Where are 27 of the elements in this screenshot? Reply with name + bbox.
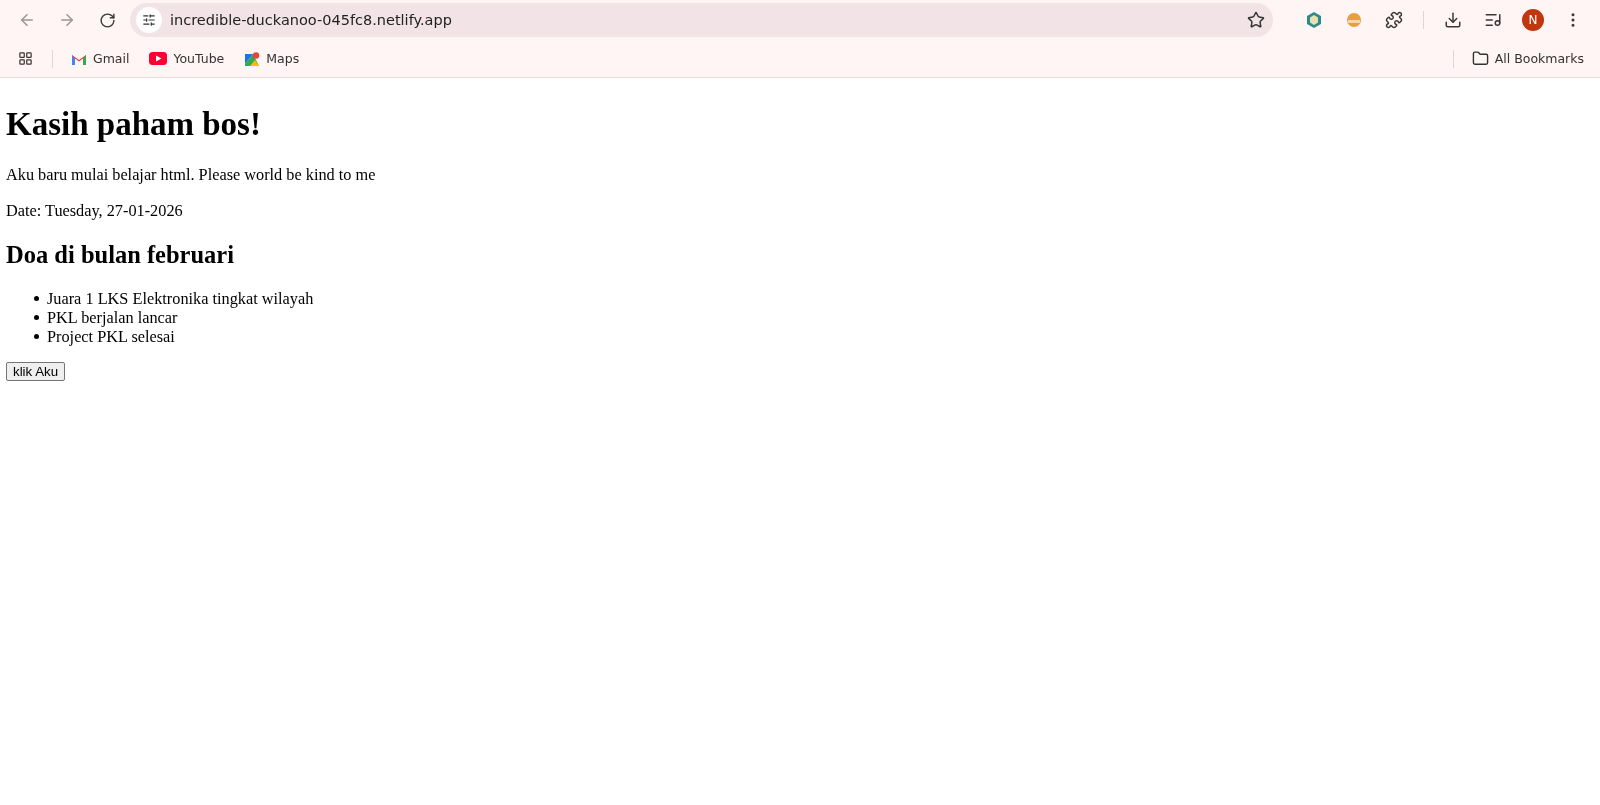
url-text: incredible-duckanoo-045fc8.netlify.app [170,12,453,28]
all-bookmarks-button[interactable]: All Bookmarks [1463,46,1592,71]
bookmark-star-icon[interactable] [1247,11,1265,29]
play-icon [149,52,168,65]
reload-icon [98,11,116,29]
mail-icon [71,52,87,65]
paragraph: Date: Tuesday, 27-01-2026 [6,201,184,221]
map-icon [244,50,261,67]
list-item: Project PKL selesai [47,327,175,346]
list-item: PKL berjalan lancar [47,308,178,327]
bookmark-item[interactable]: YouTube [141,47,233,70]
sliders-icon [142,13,156,27]
page-heading: Kasih paham bos! [6,106,262,143]
bullet-icon [34,296,39,301]
address-bar[interactable]: incredible-duckanoo-045fc8.netlify.app [130,3,1273,37]
profile-button[interactable]: N [1516,3,1550,37]
bookmark-item[interactable]: Maps [236,46,308,71]
forward-arrow-icon [58,11,76,29]
folder-icon [1471,50,1489,67]
site-settings-button[interactable] [136,7,162,33]
click-button[interactable]: klik Aku [6,362,66,381]
bullet-icon [34,334,39,339]
bullet-icon [34,315,39,320]
list-item: Juara 1 LKS Elektronika tingkat wilayah [47,289,314,308]
section-heading: Doa di bulan februari [6,241,236,269]
bookmark-item[interactable]: Gmail [63,47,138,70]
paragraph: Aku baru mulai belajar html. Please world be kind to me [6,165,377,185]
